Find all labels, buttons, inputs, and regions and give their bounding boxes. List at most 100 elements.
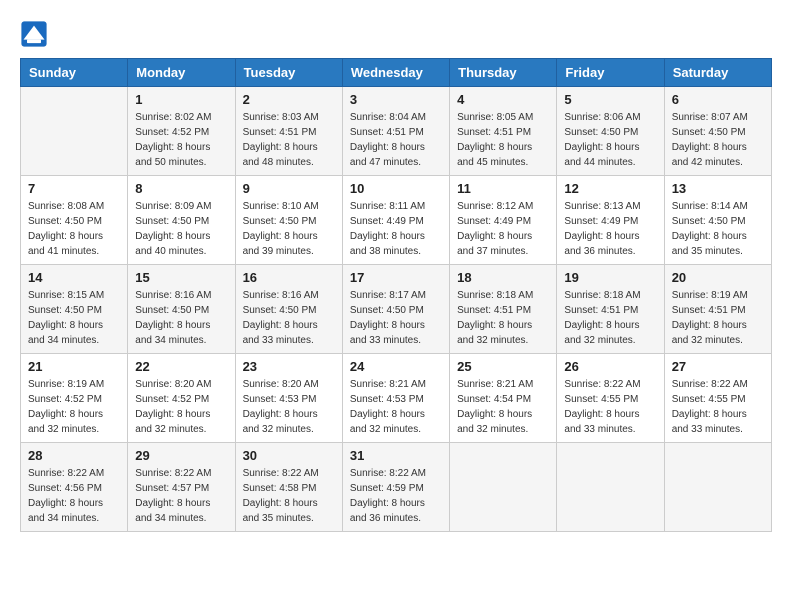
day-number: 10 xyxy=(350,181,442,196)
day-info: Sunrise: 8:14 AM Sunset: 4:50 PM Dayligh… xyxy=(672,199,764,259)
day-info: Sunrise: 8:20 AM Sunset: 4:52 PM Dayligh… xyxy=(135,377,227,437)
calendar-cell xyxy=(664,443,771,532)
header-cell-friday: Friday xyxy=(557,59,664,87)
day-number: 4 xyxy=(457,92,549,107)
day-number: 12 xyxy=(564,181,656,196)
page-header xyxy=(20,20,772,48)
calendar-cell: 24 Sunrise: 8:21 AM Sunset: 4:53 PM Dayli… xyxy=(342,354,449,443)
day-info: Sunrise: 8:22 AM Sunset: 4:55 PM Dayligh… xyxy=(672,377,764,437)
day-info: Sunrise: 8:22 AM Sunset: 4:55 PM Dayligh… xyxy=(564,377,656,437)
day-info: Sunrise: 8:07 AM Sunset: 4:50 PM Dayligh… xyxy=(672,110,764,170)
calendar-cell: 8 Sunrise: 8:09 AM Sunset: 4:50 PM Daylig… xyxy=(128,176,235,265)
calendar-cell: 7 Sunrise: 8:08 AM Sunset: 4:50 PM Daylig… xyxy=(21,176,128,265)
calendar-cell: 18 Sunrise: 8:18 AM Sunset: 4:51 PM Dayli… xyxy=(450,265,557,354)
day-info: Sunrise: 8:15 AM Sunset: 4:50 PM Dayligh… xyxy=(28,288,120,348)
day-info: Sunrise: 8:13 AM Sunset: 4:49 PM Dayligh… xyxy=(564,199,656,259)
calendar-cell xyxy=(21,87,128,176)
header-cell-sunday: Sunday xyxy=(21,59,128,87)
header-cell-monday: Monday xyxy=(128,59,235,87)
header-row: SundayMondayTuesdayWednesdayThursdayFrid… xyxy=(21,59,772,87)
day-number: 5 xyxy=(564,92,656,107)
day-info: Sunrise: 8:05 AM Sunset: 4:51 PM Dayligh… xyxy=(457,110,549,170)
day-number: 3 xyxy=(350,92,442,107)
day-info: Sunrise: 8:12 AM Sunset: 4:49 PM Dayligh… xyxy=(457,199,549,259)
calendar-week-4: 28Sunrise: 8:22 AM Sunset: 4:56 PM Dayli… xyxy=(21,443,772,532)
day-info: Sunrise: 8:06 AM Sunset: 4:50 PM Dayligh… xyxy=(564,110,656,170)
calendar-cell: 15 Sunrise: 8:16 AM Sunset: 4:50 PM Dayli… xyxy=(128,265,235,354)
calendar-cell: 20 Sunrise: 8:19 AM Sunset: 4:51 PM Dayli… xyxy=(664,265,771,354)
calendar-table: SundayMondayTuesdayWednesdayThursdayFrid… xyxy=(20,58,772,532)
calendar-cell: 26 Sunrise: 8:22 AM Sunset: 4:55 PM Dayli… xyxy=(557,354,664,443)
day-info: Sunrise: 8:09 AM Sunset: 4:50 PM Dayligh… xyxy=(135,199,227,259)
calendar-header: SundayMondayTuesdayWednesdayThursdayFrid… xyxy=(21,59,772,87)
calendar-cell: 2 Sunrise: 8:03 AM Sunset: 4:51 PM Daylig… xyxy=(235,87,342,176)
day-number: 2 xyxy=(243,92,335,107)
day-number: 18 xyxy=(457,270,549,285)
day-info: Sunrise: 8:16 AM Sunset: 4:50 PM Dayligh… xyxy=(135,288,227,348)
day-number: 23 xyxy=(243,359,335,374)
day-number: 22 xyxy=(135,359,227,374)
day-number: 14 xyxy=(28,270,120,285)
day-number: 16 xyxy=(243,270,335,285)
calendar-cell: 3 Sunrise: 8:04 AM Sunset: 4:51 PM Daylig… xyxy=(342,87,449,176)
logo-icon xyxy=(20,20,48,48)
day-number: 26 xyxy=(564,359,656,374)
calendar-cell: 23 Sunrise: 8:20 AM Sunset: 4:53 PM Dayli… xyxy=(235,354,342,443)
day-number: 13 xyxy=(672,181,764,196)
day-info: Sunrise: 8:19 AM Sunset: 4:51 PM Dayligh… xyxy=(672,288,764,348)
calendar-cell: 12 Sunrise: 8:13 AM Sunset: 4:49 PM Dayli… xyxy=(557,176,664,265)
day-info: Sunrise: 8:18 AM Sunset: 4:51 PM Dayligh… xyxy=(564,288,656,348)
day-info: Sunrise: 8:04 AM Sunset: 4:51 PM Dayligh… xyxy=(350,110,442,170)
day-info: Sunrise: 8:10 AM Sunset: 4:50 PM Dayligh… xyxy=(243,199,335,259)
calendar-cell: 13 Sunrise: 8:14 AM Sunset: 4:50 PM Dayli… xyxy=(664,176,771,265)
day-info: Sunrise: 8:21 AM Sunset: 4:54 PM Dayligh… xyxy=(457,377,549,437)
calendar-cell: 31 Sunrise: 8:22 AM Sunset: 4:59 PM Dayli… xyxy=(342,443,449,532)
day-number: 20 xyxy=(672,270,764,285)
day-info: Sunrise: 8:11 AM Sunset: 4:49 PM Dayligh… xyxy=(350,199,442,259)
calendar-cell: 19Sunrise: 8:18 AM Sunset: 4:51 PM Dayli… xyxy=(557,265,664,354)
calendar-cell: 6 Sunrise: 8:07 AM Sunset: 4:50 PM Daylig… xyxy=(664,87,771,176)
calendar-cell: 28Sunrise: 8:22 AM Sunset: 4:56 PM Dayli… xyxy=(21,443,128,532)
day-number: 8 xyxy=(135,181,227,196)
day-number: 24 xyxy=(350,359,442,374)
day-number: 17 xyxy=(350,270,442,285)
calendar-week-1: 7 Sunrise: 8:08 AM Sunset: 4:50 PM Daylig… xyxy=(21,176,772,265)
calendar-cell: 21Sunrise: 8:19 AM Sunset: 4:52 PM Dayli… xyxy=(21,354,128,443)
day-number: 11 xyxy=(457,181,549,196)
calendar-cell: 10 Sunrise: 8:11 AM Sunset: 4:49 PM Dayli… xyxy=(342,176,449,265)
day-number: 29 xyxy=(135,448,227,463)
day-info: Sunrise: 8:20 AM Sunset: 4:53 PM Dayligh… xyxy=(243,377,335,437)
day-number: 1 xyxy=(135,92,227,107)
calendar-body: 1Sunrise: 8:02 AM Sunset: 4:52 PM Daylig… xyxy=(21,87,772,532)
calendar-cell: 16Sunrise: 8:16 AM Sunset: 4:50 PM Dayli… xyxy=(235,265,342,354)
day-number: 6 xyxy=(672,92,764,107)
header-cell-saturday: Saturday xyxy=(664,59,771,87)
calendar-cell: 11 Sunrise: 8:12 AM Sunset: 4:49 PM Dayli… xyxy=(450,176,557,265)
day-info: Sunrise: 8:03 AM Sunset: 4:51 PM Dayligh… xyxy=(243,110,335,170)
calendar-cell xyxy=(450,443,557,532)
day-info: Sunrise: 8:22 AM Sunset: 4:58 PM Dayligh… xyxy=(243,466,335,526)
day-number: 31 xyxy=(350,448,442,463)
calendar-cell: 29 Sunrise: 8:22 AM Sunset: 4:57 PM Dayli… xyxy=(128,443,235,532)
day-info: Sunrise: 8:22 AM Sunset: 4:59 PM Dayligh… xyxy=(350,466,442,526)
calendar-week-2: 14 Sunrise: 8:15 AM Sunset: 4:50 PM Dayli… xyxy=(21,265,772,354)
calendar-cell: 30Sunrise: 8:22 AM Sunset: 4:58 PM Dayli… xyxy=(235,443,342,532)
day-number: 9 xyxy=(243,181,335,196)
calendar-cell: 9 Sunrise: 8:10 AM Sunset: 4:50 PM Daylig… xyxy=(235,176,342,265)
day-info: Sunrise: 8:08 AM Sunset: 4:50 PM Dayligh… xyxy=(28,199,120,259)
calendar-cell: 22 Sunrise: 8:20 AM Sunset: 4:52 PM Dayli… xyxy=(128,354,235,443)
day-info: Sunrise: 8:19 AM Sunset: 4:52 PM Dayligh… xyxy=(28,377,120,437)
day-number: 7 xyxy=(28,181,120,196)
calendar-cell: 14 Sunrise: 8:15 AM Sunset: 4:50 PM Dayli… xyxy=(21,265,128,354)
calendar-cell: 27Sunrise: 8:22 AM Sunset: 4:55 PM Dayli… xyxy=(664,354,771,443)
calendar-cell: 17Sunrise: 8:17 AM Sunset: 4:50 PM Dayli… xyxy=(342,265,449,354)
day-info: Sunrise: 8:22 AM Sunset: 4:57 PM Dayligh… xyxy=(135,466,227,526)
day-info: Sunrise: 8:18 AM Sunset: 4:51 PM Dayligh… xyxy=(457,288,549,348)
day-info: Sunrise: 8:21 AM Sunset: 4:53 PM Dayligh… xyxy=(350,377,442,437)
day-number: 15 xyxy=(135,270,227,285)
header-cell-wednesday: Wednesday xyxy=(342,59,449,87)
calendar-week-0: 1Sunrise: 8:02 AM Sunset: 4:52 PM Daylig… xyxy=(21,87,772,176)
day-number: 25 xyxy=(457,359,549,374)
logo xyxy=(20,20,52,48)
calendar-cell: 5 Sunrise: 8:06 AM Sunset: 4:50 PM Daylig… xyxy=(557,87,664,176)
